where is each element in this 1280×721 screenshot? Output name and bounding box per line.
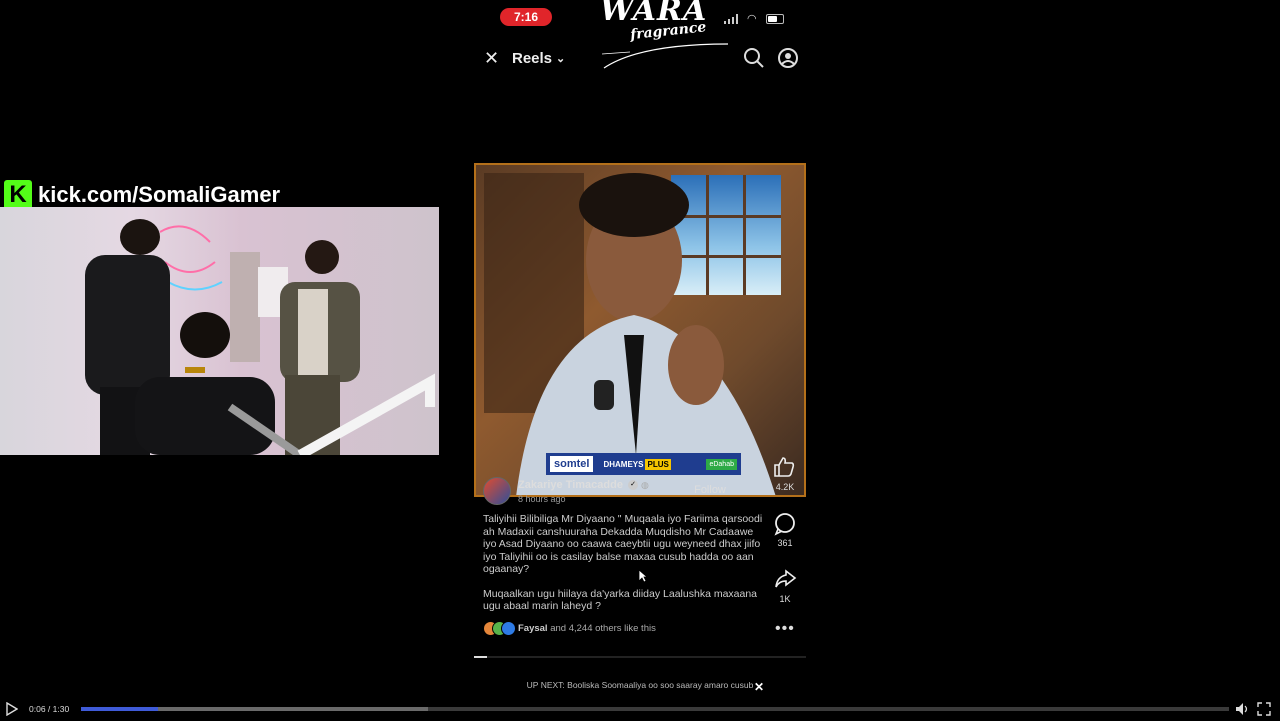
play-button[interactable] [6,701,19,717]
reels-title: Reels [512,49,553,67]
thumbs-up-icon [774,457,795,477]
sponsor-promo: DHAMEYS [603,459,644,469]
play-icon [6,701,19,717]
globe-icon: ◍ [641,480,649,490]
comment-icon [774,513,795,536]
liked-by-rest: and 4,244 others like this [547,623,656,634]
wifi-icon: ◠ [747,12,757,25]
profile-icon [778,48,798,68]
liked-by-name: Faysal [518,623,548,634]
sponsor-banner: somtel DHAMEYS PLUS eDahab [546,453,741,475]
volume-icon [1236,703,1248,715]
reel-progress-fill [474,656,488,658]
reaction-icons [483,621,516,636]
comment-count: 361 [777,538,793,548]
comment-button[interactable] [773,512,797,536]
seek-played [81,707,158,711]
sponsor-side: eDahab [706,458,737,470]
up-next-banner[interactable]: UP NEXT: Booliska Soomaaliya oo soo saar… [0,680,1280,690]
author-avatar[interactable] [483,477,511,505]
seek-bar[interactable] [81,707,1229,711]
follow-button[interactable]: Follow [688,482,732,498]
fullscreen-button[interactable] [1257,702,1271,716]
search-icon [744,48,764,68]
caption-paragraph: Muqaalkan ugu hiilaya da'yarka diiday La… [483,587,758,613]
post-caption: Taliyihii Bilibiliga Mr Diyaano " Muqaal… [483,513,768,625]
reel-video[interactable]: somtel DHAMEYS PLUS eDahab [474,163,806,497]
post-time: 8 hours ago [518,494,566,504]
sponsor-brand: somtel [550,456,594,472]
more-options-icon[interactable]: ••• [775,620,795,638]
verified-badge-icon: ✓ [628,480,638,490]
like-button[interactable] [772,455,796,479]
reels-menu[interactable]: Reels ⌄ [512,50,565,67]
webcam-feed [0,207,439,455]
video-presenter [484,173,776,495]
liked-by-text[interactable]: Faysal and 4,244 others like this [518,623,656,634]
battery-icon [765,14,784,24]
mouse-cursor-icon [638,569,648,583]
profile-button[interactable] [776,46,800,70]
status-icons: ◠ [724,12,788,26]
status-time: 7:16 [500,8,552,26]
up-next-label: UP NEXT: [526,680,565,690]
share-button[interactable] [773,567,797,591]
up-next-title: Booliska Soomaaliya oo soo saaray amaro … [567,680,754,690]
search-button[interactable] [742,46,766,70]
like-count: 4.2K [775,482,795,492]
sponsor-promo-tag: PLUS [645,458,671,470]
webcam-scene [85,219,435,455]
volume-button[interactable] [1235,702,1249,716]
share-count: 1K [779,594,791,604]
timecode: 0:06 / 1:30 [29,704,70,714]
author-name[interactable]: Zakariye Timacadde [518,479,623,491]
fullscreen-icon [1257,702,1271,716]
close-icon[interactable]: ✕ [484,49,502,67]
like-reaction-icon [501,621,516,636]
stream-url: kick.com/SomaliGamer [38,182,281,207]
chevron-down-icon: ⌄ [556,52,566,65]
caption-paragraph: Taliyihii Bilibiliga Mr Diyaano " Muqaal… [483,513,763,575]
reel-progress-bar [474,656,806,658]
share-icon [775,569,797,588]
up-next-close-icon[interactable]: ✕ [754,680,764,694]
kick-logo: K [4,180,32,210]
